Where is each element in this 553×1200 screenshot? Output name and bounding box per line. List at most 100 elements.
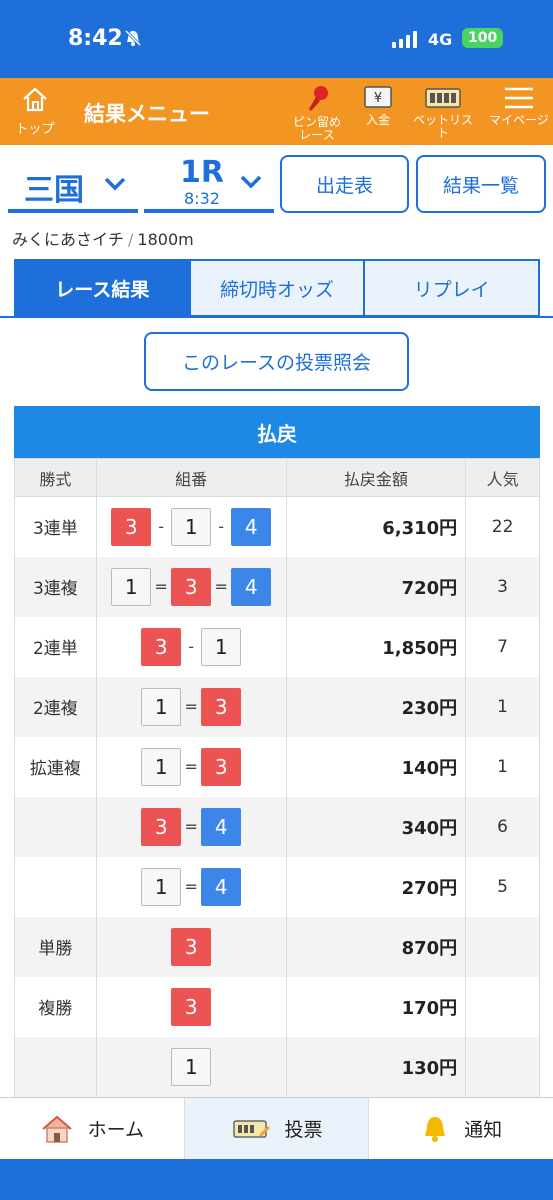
- bell-icon: [425, 1116, 446, 1142]
- vote-inquiry-button[interactable]: このレースの投票照会: [144, 332, 409, 391]
- payout-table: 勝式 組番 払戻金額 人気 3連単 3-1-4 6,310円 22 3連複 1 = 3 = 4 72…: [14, 458, 540, 1097]
- combination-cell: 1 = 4: [95, 856, 287, 917]
- boat-number-badge: 1: [171, 1047, 212, 1086]
- bet-list-button[interactable]: ベットリスト: [410, 84, 476, 140]
- table-row: 拡連複 1 = 3 140円 1: [14, 736, 540, 797]
- race-distance: 1800m: [137, 230, 194, 249]
- boat-number-badge: 3: [201, 747, 242, 786]
- status-bar: 8:42 4G 100: [0, 0, 553, 78]
- tab-closing-odds[interactable]: 締切時オッズ: [188, 261, 364, 315]
- results-list-button[interactable]: 結果一覧: [416, 155, 546, 213]
- combination-cell: 1 = 3: [95, 676, 287, 737]
- payout-amount-cell: 170円: [285, 976, 467, 1037]
- popularity-cell: [465, 976, 540, 1037]
- combination: 1 = 4: [141, 867, 242, 906]
- nav-notify-label: 通知: [464, 1119, 503, 1141]
- combo-separator: =: [184, 817, 198, 836]
- race-number: 1R: [180, 155, 224, 190]
- popularity-cell: 7: [465, 616, 540, 677]
- combination-cell: 3 = 4: [95, 796, 287, 857]
- chevron-down-icon: [240, 175, 262, 189]
- tab-race-result[interactable]: レース結果: [16, 261, 189, 315]
- table-row: 単勝 3 870円: [14, 916, 540, 977]
- race-info-separator: /: [128, 230, 134, 249]
- race-dropdown[interactable]: 1R 8:32: [144, 155, 274, 213]
- network-type: 4G: [428, 30, 453, 49]
- payout-amount-cell: 870円: [285, 916, 467, 977]
- bet-type-cell: [14, 1036, 97, 1097]
- boat-number-badge: 1: [141, 687, 182, 726]
- nav-home-label: ホーム: [87, 1119, 145, 1141]
- deposit-button[interactable]: ¥ 入金: [356, 84, 400, 127]
- combo-separator: =: [184, 877, 198, 896]
- signal-icon: [392, 30, 417, 48]
- venue-name: 三国: [24, 173, 84, 208]
- bet-type-cell: 単勝: [14, 916, 97, 977]
- combination-cell: 3-1: [95, 616, 287, 677]
- boat-number-badge: 3: [171, 987, 212, 1026]
- boat-number-badge: 4: [201, 867, 242, 906]
- tab-replay[interactable]: リプレイ: [363, 261, 539, 315]
- payout-amount-cell: 1,850円: [285, 616, 467, 677]
- payout-amount-cell: 720円: [285, 556, 467, 617]
- nav-vote[interactable]: 投票: [183, 1098, 369, 1159]
- table-row: 2連単 3-1 1,850円 7: [14, 616, 540, 677]
- payout-amount-cell: 270円: [285, 856, 467, 917]
- table-row: 3連複 1 = 3 = 4 720円 3: [14, 556, 540, 617]
- combo-separator: =: [184, 697, 198, 716]
- bet-type-cell: [14, 796, 97, 857]
- combination: 3-1: [141, 627, 242, 666]
- pinned-race-button[interactable]: ピン留め レース: [288, 84, 346, 142]
- tab-underline: [0, 316, 553, 318]
- boat-number-badge: 1: [111, 567, 152, 606]
- nav-vote-label: 投票: [284, 1119, 323, 1141]
- venue-dropdown[interactable]: 三国: [8, 163, 138, 213]
- silent-bell-icon: [124, 29, 142, 51]
- mypage-label: マイページ: [489, 113, 549, 127]
- combination: 1 = 3: [141, 747, 242, 786]
- bet-type-cell: [14, 856, 97, 917]
- nav-notify[interactable]: 通知: [368, 1098, 553, 1159]
- boat-number-badge: 1: [141, 747, 182, 786]
- payout-section: 払戻 勝式 組番 払戻金額 人気 3連単 3-1-4 6,310円 22 3連複 1 = 3 =…: [14, 406, 540, 1097]
- combo-separator: -: [188, 637, 195, 656]
- combination: 1 = 3 = 4: [111, 567, 272, 606]
- combination-cell: 3-1-4: [95, 496, 287, 557]
- combo-separator: =: [184, 757, 198, 776]
- chevron-down-icon: [104, 177, 126, 191]
- boat-number-badge: 4: [231, 507, 272, 546]
- bottom-nav: ホーム 投票 通知: [0, 1097, 553, 1159]
- col-payout: 払戻金額: [285, 458, 467, 497]
- bet-type-cell: 2連複: [14, 676, 97, 737]
- payout-amount-cell: 140円: [285, 736, 467, 797]
- mypage-button[interactable]: マイページ: [488, 84, 550, 127]
- nav-home[interactable]: ホーム: [0, 1098, 184, 1159]
- battery-badge: 100: [462, 28, 504, 48]
- table-row: 3 = 4 340円 6: [14, 796, 540, 857]
- deposit-icon: ¥: [364, 86, 392, 108]
- payout-amount-cell: 130円: [285, 1036, 467, 1097]
- payout-amount-cell: 6,310円: [285, 496, 467, 557]
- pin-icon: [309, 86, 328, 111]
- popularity-cell: 1: [465, 736, 540, 797]
- combo-separator: =: [154, 577, 168, 596]
- entries-button[interactable]: 出走表: [280, 155, 409, 213]
- payout-rows: 3連単 3-1-4 6,310円 22 3連複 1 = 3 = 4 720円 3 2連単 3-1 1,850…: [14, 496, 540, 1097]
- popularity-cell: 6: [465, 796, 540, 857]
- bet-type-cell: 拡連複: [14, 736, 97, 797]
- combination: 3 = 4: [141, 807, 242, 846]
- pinned-race-label: ピン留め レース: [292, 115, 341, 142]
- boat-number-badge: 1: [201, 627, 242, 666]
- popularity-cell: 22: [465, 496, 540, 557]
- svg-text:¥: ¥: [374, 91, 382, 106]
- col-bet-type: 勝式: [14, 458, 97, 497]
- col-combination: 組番: [95, 458, 287, 497]
- boat-number-badge: 4: [201, 807, 242, 846]
- bet-type-cell: 複勝: [14, 976, 97, 1037]
- top-button[interactable]: トップ: [12, 86, 58, 137]
- race-selector-row: 三国 1R 8:32 出走表 結果一覧: [0, 145, 553, 219]
- combo-separator: -: [158, 517, 165, 537]
- combination-cell: 3: [95, 916, 287, 977]
- boat-number-badge: 3: [141, 807, 182, 846]
- status-time: 8:42: [68, 26, 123, 51]
